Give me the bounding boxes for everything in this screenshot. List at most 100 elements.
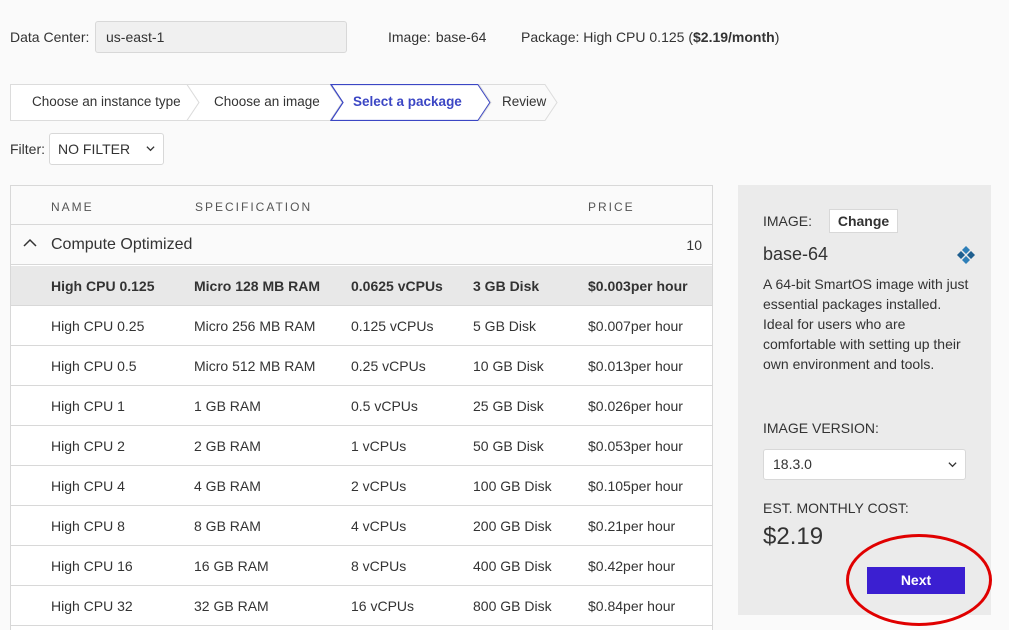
monthly-cost-label: EST. MONTHLY COST: <box>763 500 909 516</box>
table-row[interactable]: High CPU 0.25 Micro 256 MB RAM 0.125 vCPUs… <box>11 306 712 346</box>
package-summary-value: High CPU 0.125 <box>583 29 685 45</box>
table-header: NAME SPECIFICATION PRICE <box>11 186 712 225</box>
ram-cell: 4 GB RAM <box>194 478 261 494</box>
vcpu-cell: 0.0625 vCPUs <box>351 278 443 294</box>
table-row[interactable]: High CPU 0.5 Micro 512 MB RAM 0.25 vCPUs 10… <box>11 346 712 386</box>
table-row[interactable]: High CPU 8 8 GB RAM 4 vCPUs 200 GB Disk $0.2… <box>11 506 712 546</box>
vcpu-cell: 16 vCPUs <box>351 598 415 614</box>
package-name-cell: High CPU 0.25 <box>51 318 145 334</box>
price-unit: per hour <box>630 358 683 374</box>
price-value: $0.003 <box>588 278 631 294</box>
image-version-value: 18.3.0 <box>773 456 812 472</box>
image-summary: Image: base-64 <box>388 29 486 45</box>
price-unit: per hour <box>630 278 688 294</box>
price-value: $0.007 <box>588 318 631 334</box>
price-unit: per hour <box>623 558 676 574</box>
image-description: A 64-bit SmartOS image with just essenti… <box>763 276 969 372</box>
price-value: $0.42 <box>588 558 624 574</box>
table-row[interactable]: High CPU 0.125 Micro 128 MB RAM 0.0625 vCP… <box>11 266 712 306</box>
image-version-select[interactable]: 18.3.0 <box>763 449 966 480</box>
data-center-label: Data Center: <box>10 29 90 45</box>
ram-cell: 2 GB RAM <box>194 438 261 454</box>
package-name-cell: High CPU 0.5 <box>51 358 137 374</box>
ram-cell: 16 GB RAM <box>194 558 269 574</box>
ram-cell: 32 GB RAM <box>194 598 269 614</box>
chevron-down-icon <box>948 462 957 468</box>
step-package-label: Select a package <box>353 94 462 109</box>
price-cell: $0.026per hour <box>588 398 683 414</box>
package-price: $2.19/month <box>693 29 775 45</box>
disk-cell: 5 GB Disk <box>473 318 537 334</box>
vcpu-cell: 8 vCPUs <box>351 558 407 574</box>
price-unit: per hour <box>630 398 683 414</box>
price-unit: per hour <box>623 598 676 614</box>
package-name-cell: High CPU 0.125 <box>51 278 155 294</box>
vcpu-cell: 1 vCPUs <box>351 438 407 454</box>
header-price[interactable]: PRICE <box>588 200 635 214</box>
image-summary-value: base-64 <box>435 29 487 45</box>
vcpu-cell: 2 vCPUs <box>351 478 407 494</box>
chevron-down-icon <box>146 146 155 152</box>
filter-select[interactable]: NO FILTER <box>49 133 164 165</box>
disk-cell: 200 GB Disk <box>473 518 552 534</box>
package-summary-label: Package: <box>521 29 580 45</box>
price-unit: per hour <box>630 318 683 334</box>
step-image-label: Choose an image <box>214 94 320 109</box>
change-image-button[interactable]: Change <box>829 209 898 233</box>
package-name-cell: High CPU 32 <box>51 598 133 614</box>
filter-value: NO FILTER <box>58 141 131 157</box>
group-compute-optimized[interactable]: Compute Optimized 10 <box>11 225 712 265</box>
table-row[interactable]: High CPU 32 32 GB RAM 16 vCPUs 800 GB Disk $… <box>11 586 712 626</box>
disk-cell: 100 GB Disk <box>473 478 552 494</box>
price-value: $0.053 <box>588 438 631 454</box>
step-review[interactable]: Review <box>478 84 558 121</box>
price-unit: per hour <box>623 518 676 534</box>
vcpu-cell: 0.125 vCPUs <box>351 318 434 334</box>
vcpu-cell: 0.25 vCPUs <box>351 358 426 374</box>
disk-cell: 50 GB Disk <box>473 438 544 454</box>
price-cell: $0.42per hour <box>588 558 675 574</box>
step-package[interactable]: Select a package <box>330 84 491 121</box>
group-count: 10 <box>686 237 702 253</box>
summary-panel: IMAGE: Change base-64 A 64-bit SmartOS i… <box>738 185 991 615</box>
price-cell: $0.053per hour <box>588 438 683 454</box>
disk-cell: 3 GB Disk <box>473 278 540 294</box>
package-name-cell: High CPU 8 <box>51 518 125 534</box>
disk-cell: 800 GB Disk <box>473 598 552 614</box>
price-value: $0.84 <box>588 598 624 614</box>
package-name-cell: High CPU 2 <box>51 438 125 454</box>
ram-cell: Micro 256 MB RAM <box>194 318 316 334</box>
step-instance-type[interactable]: Choose an instance type <box>10 84 200 121</box>
price-unit: per hour <box>630 478 683 494</box>
table-row[interactable]: High CPU 16 16 GB RAM 8 vCPUs 400 GB Disk $0… <box>11 546 712 586</box>
table-row[interactable]: High CPU 1 1 GB RAM 0.5 vCPUs 25 GB Disk $0.… <box>11 386 712 426</box>
top-bar: Data Center: us-east-1 Image: base-64 Pac… <box>0 0 1009 74</box>
header-specification: SPECIFICATION <box>195 200 313 214</box>
price-cell: $0.105per hour <box>588 478 683 494</box>
disk-cell: 400 GB Disk <box>473 558 552 574</box>
price-value: $0.026 <box>588 398 631 414</box>
header-name[interactable]: NAME <box>51 200 94 214</box>
package-name-cell: High CPU 1 <box>51 398 125 414</box>
package-name-cell: High CPU 16 <box>51 558 133 574</box>
data-center-field[interactable]: us-east-1 <box>95 21 347 53</box>
ram-cell: 8 GB RAM <box>194 518 261 534</box>
image-name: base-64 <box>763 244 829 264</box>
monthly-cost-value: $2.19 <box>763 523 824 550</box>
image-label: IMAGE: <box>763 213 813 229</box>
step-review-label: Review <box>502 94 547 109</box>
table-row[interactable]: High CPU 4 4 GB RAM 2 vCPUs 100 GB Disk $0.1… <box>11 466 712 506</box>
price-value: $0.105 <box>588 478 631 494</box>
wizard-steps: Choose an instance type Choose an image … <box>10 84 558 121</box>
package-name-cell: High CPU 4 <box>51 478 125 494</box>
chevron-up-icon[interactable] <box>23 238 37 248</box>
ram-cell: Micro 512 MB RAM <box>194 358 316 374</box>
package-price-close: ) <box>774 29 780 45</box>
disk-cell: 10 GB Disk <box>473 358 544 374</box>
table-row[interactable]: High CPU 2 2 GB RAM 1 vCPUs 50 GB Disk $0.05… <box>11 426 712 466</box>
next-button[interactable]: Next <box>867 567 965 594</box>
ram-cell: Micro 128 MB RAM <box>194 278 321 294</box>
vcpu-cell: 4 vCPUs <box>351 518 407 534</box>
price-cell: $0.84per hour <box>588 598 675 614</box>
step-image[interactable]: Choose an image <box>186 84 343 121</box>
